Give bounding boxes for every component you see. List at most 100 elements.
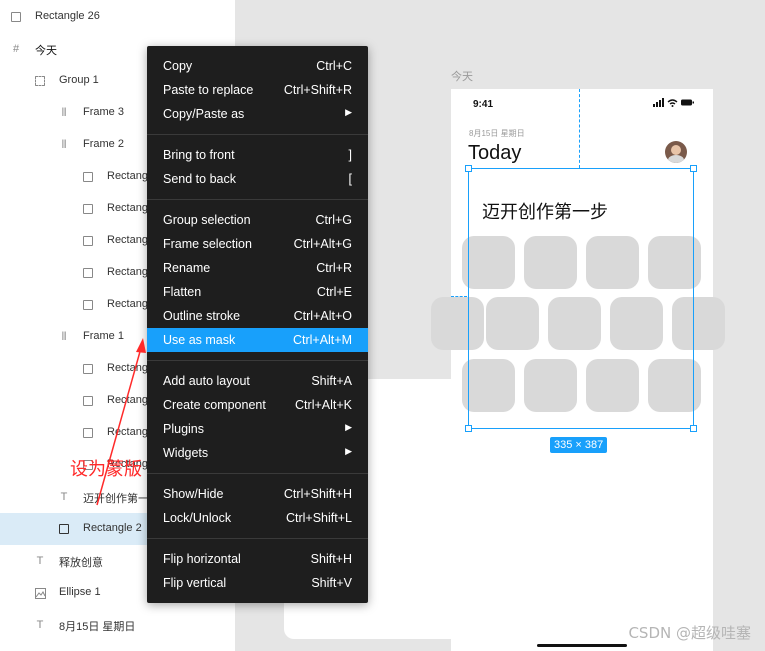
menu-item-label: Add auto layout — [163, 374, 250, 388]
rectangle-icon — [82, 427, 94, 439]
home-indicator — [537, 644, 627, 647]
menu-item-label: Frame selection — [163, 237, 252, 251]
menu-separator — [147, 199, 368, 200]
layer-label: Group 1 — [59, 74, 99, 86]
menu-item-shortcut: Shift+V — [311, 576, 352, 590]
menu-separator — [147, 473, 368, 474]
layer-label: Frame 2 — [83, 138, 124, 150]
status-bar-icon — [653, 98, 694, 107]
layer-label: Rectang — [107, 298, 148, 310]
menu-item-shortcut: Ctrl+Shift+H — [283, 487, 352, 501]
menu-item-shortcut: Ctrl+E — [316, 285, 352, 299]
menu-item-shortcut: Ctrl+G — [315, 213, 352, 227]
menu-item-shortcut: Ctrl+Alt+O — [293, 309, 352, 323]
rectangle-icon — [10, 11, 22, 23]
layer-label: Rectang — [107, 362, 148, 374]
menu-item-label: Paste to replace — [163, 83, 254, 97]
layer-label: Rectangle 26 — [35, 10, 100, 22]
menu-item-flip-vertical[interactable]: Flip vertical Shift+V — [147, 571, 368, 595]
image-icon — [34, 587, 46, 599]
menu-separator — [147, 538, 368, 539]
submenu-arrow-icon: ▶ — [345, 107, 352, 117]
menu-item-shortcut: [ — [348, 172, 352, 186]
resize-handle[interactable] — [690, 165, 697, 172]
status-time: 9:41 — [473, 99, 494, 110]
group-dashed-icon — [34, 75, 46, 87]
resize-handle[interactable] — [465, 165, 472, 172]
layer-label: Frame 3 — [83, 106, 124, 118]
layer-label: 释放创意 — [59, 557, 103, 569]
resize-handle[interactable] — [465, 425, 472, 432]
menu-item-plugins[interactable]: Plugins ▶ — [147, 417, 368, 441]
menu-item-frame-selection[interactable]: Frame selection Ctrl+Alt+G — [147, 232, 368, 256]
menu-item-add-auto-layout[interactable]: Add auto layout Shift+A — [147, 369, 368, 393]
layer-label: Rectang — [107, 202, 148, 214]
menu-item-shortcut: ] — [348, 148, 352, 162]
rectangle-icon — [82, 267, 94, 279]
date-text: 8月15日 星期日 — [469, 129, 525, 138]
menu-item-flatten[interactable]: Flatten Ctrl+E — [147, 280, 368, 304]
menu-item-label: Create component — [163, 398, 266, 412]
menu-separator — [147, 360, 368, 361]
menu-item-show-hide[interactable]: Show/Hide Ctrl+Shift+H — [147, 482, 368, 506]
resize-handle[interactable] — [690, 425, 697, 432]
menu-item-shortcut: Ctrl+C — [316, 59, 352, 73]
menu-item-shortcut: Ctrl+Shift+L — [285, 511, 352, 525]
auto-layout-icon: ⫴ — [61, 138, 67, 151]
mask-title-text[interactable]: 迈开创作第一步 — [482, 198, 608, 224]
menu-item-label: Group selection — [163, 213, 251, 227]
menu-item-label: Flip horizontal — [163, 552, 241, 566]
menu-item-create-component[interactable]: Create component Ctrl+Alt+K — [147, 393, 368, 417]
layer-label: Rectangle 2 — [83, 522, 142, 534]
today-heading: Today — [468, 142, 522, 164]
annotation-text: 设为蒙版 — [70, 459, 142, 480]
layer-label: Frame 1 — [83, 330, 124, 342]
watermark: CSDN @超级哇塞 — [628, 624, 751, 642]
text-icon: T — [36, 619, 44, 631]
menu-item-label: Plugins — [163, 422, 204, 436]
auto-layout-icon: ⫴ — [61, 106, 67, 119]
menu-item-label: Show/Hide — [163, 487, 224, 501]
layer-label: Rectang — [107, 394, 148, 406]
menu-item-label: Send to back — [163, 172, 236, 186]
menu-separator — [147, 134, 368, 135]
guide-line — [579, 89, 580, 168]
menu-item-group-selection[interactable]: Group selection Ctrl+G — [147, 208, 368, 232]
rectangle-icon — [82, 203, 94, 215]
layer-label: Rectang — [107, 426, 148, 438]
frame-label[interactable]: 今天 — [451, 68, 473, 84]
layer-item[interactable]: T 8月15日 星期日 — [0, 609, 236, 641]
submenu-arrow-icon: ▶ — [345, 422, 352, 432]
menu-item-label: Use as mask — [163, 333, 236, 347]
layer-item[interactable]: Rectangle 26 — [0, 1, 236, 33]
menu-item-outline-stroke[interactable]: Outline stroke Ctrl+Alt+O — [147, 304, 368, 328]
layer-label: 今天 — [35, 45, 57, 57]
menu-item-shortcut: Ctrl+Alt+M — [292, 333, 352, 347]
layer-label: 8月15日 星期日 — [59, 621, 136, 633]
menu-item-copy-paste-as[interactable]: Copy/Paste as ▶ — [147, 102, 368, 126]
menu-item-shortcut: Ctrl+Alt+K — [295, 398, 352, 412]
menu-item-use-as-mask[interactable]: Use as mask Ctrl+Alt+M — [147, 328, 368, 352]
menu-item-label: Lock/Unlock — [163, 511, 232, 525]
text-icon: T — [60, 491, 68, 503]
menu-item-shortcut: Ctrl+R — [316, 261, 352, 275]
menu-item-send-to-back[interactable]: Send to back [ — [147, 167, 368, 191]
menu-item-lock-unlock[interactable]: Lock/Unlock Ctrl+Shift+L — [147, 506, 368, 530]
submenu-arrow-icon: ▶ — [345, 446, 352, 456]
auto-layout-icon: ⫴ — [61, 330, 67, 343]
status-icons — [653, 98, 695, 110]
menu-item-flip-horizontal[interactable]: Flip horizontal Shift+H — [147, 547, 368, 571]
menu-item-label: Flip vertical — [163, 576, 227, 590]
menu-item-copy[interactable]: Copy Ctrl+C — [147, 54, 368, 78]
menu-item-shortcut: Ctrl+Shift+R — [283, 83, 352, 97]
rectangle-icon — [58, 523, 70, 535]
menu-item-shortcut: Ctrl+Alt+G — [293, 237, 352, 251]
rectangle-icon — [82, 299, 94, 311]
menu-item-label: Flatten — [163, 285, 202, 299]
rectangle-icon — [82, 235, 94, 247]
menu-item-rename[interactable]: Rename Ctrl+R — [147, 256, 368, 280]
menu-item-paste-to-replace[interactable]: Paste to replace Ctrl+Shift+R — [147, 78, 368, 102]
menu-item-widgets[interactable]: Widgets ▶ — [147, 441, 368, 465]
menu-item-bring-to-front[interactable]: Bring to front] — [147, 143, 368, 167]
avatar — [665, 141, 687, 163]
